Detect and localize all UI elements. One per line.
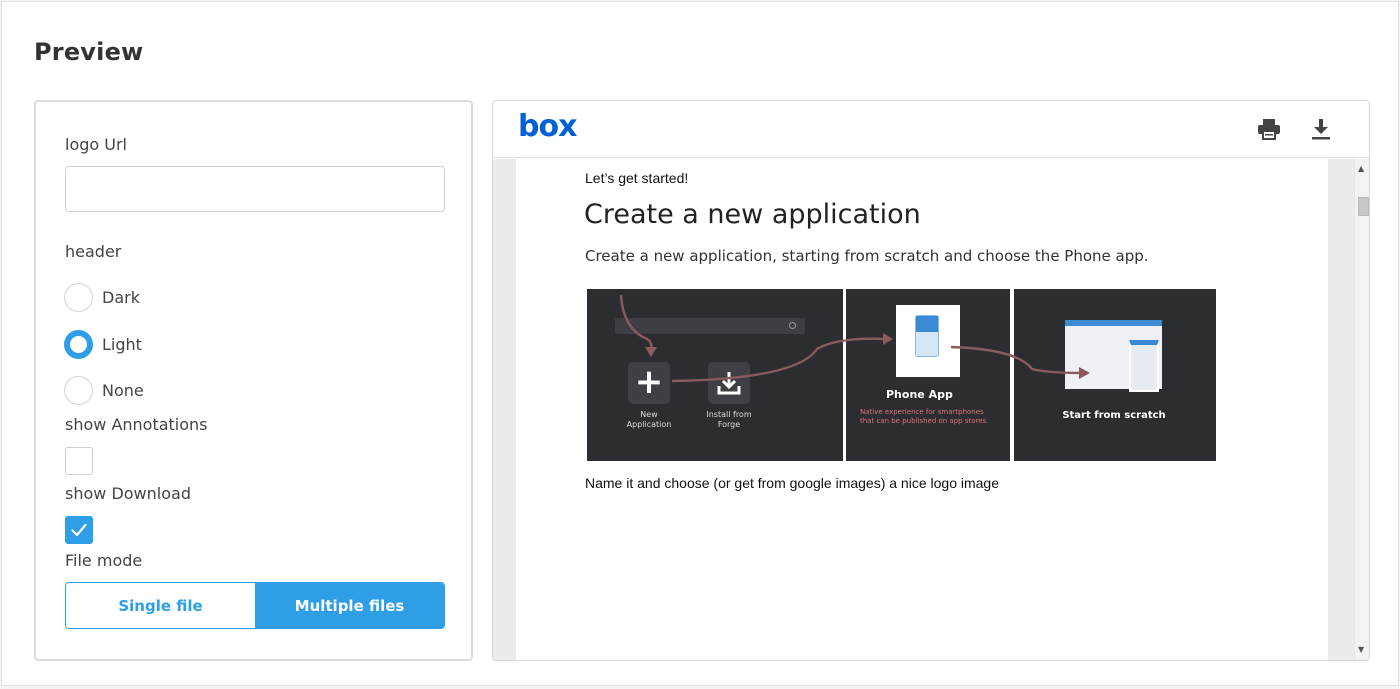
- radio-dark[interactable]: [64, 282, 93, 312]
- print-icon[interactable]: [1257, 118, 1281, 144]
- single-file-button[interactable]: Single file: [66, 583, 255, 628]
- document-page: Let’s get started! Create a new applicat…: [516, 159, 1328, 660]
- doc-screenshot: + New Application Install from Forge Pho…: [587, 289, 1217, 461]
- radio-light[interactable]: [64, 329, 93, 359]
- doc-title: Create a new application: [584, 199, 921, 230]
- box-logo: box: [518, 109, 577, 144]
- show-annotations-label: show Annotations: [65, 415, 208, 434]
- show-annotations-checkbox[interactable]: [65, 447, 93, 475]
- doc-caption: Name it and choose (or get from google i…: [585, 475, 999, 491]
- header-option-dark[interactable]: Dark: [64, 282, 140, 312]
- preview-page: Preview logo Url header Dark Light None …: [1, 1, 1399, 686]
- file-mode-label: File mode: [65, 551, 143, 570]
- radio-none[interactable]: [64, 375, 93, 405]
- show-download-checkbox[interactable]: [65, 516, 93, 544]
- logo-url-input[interactable]: [65, 166, 445, 212]
- document-preview: box Let’s get started! Create a new appl…: [492, 100, 1370, 661]
- vertical-scrollbar[interactable]: ▲ ▼: [1354, 159, 1369, 660]
- show-download-label: show Download: [65, 484, 191, 503]
- multiple-files-button[interactable]: Multiple files: [255, 583, 444, 628]
- check-icon: [71, 523, 87, 537]
- radio-none-label: None: [102, 380, 144, 400]
- viewer-header: box: [493, 101, 1369, 158]
- header-label: header: [65, 242, 122, 261]
- header-option-none[interactable]: None: [64, 375, 144, 405]
- file-mode-toggle: Single file Multiple files: [65, 582, 445, 629]
- header-option-light[interactable]: Light: [64, 329, 142, 359]
- logo-url-label: logo Url: [65, 135, 127, 154]
- radio-light-label: Light: [102, 334, 142, 354]
- scroll-thumb[interactable]: [1358, 197, 1369, 216]
- download-icon[interactable]: [1311, 118, 1331, 144]
- doc-kicker: Let’s get started!: [585, 170, 689, 186]
- page-title: Preview: [34, 38, 144, 66]
- flow-arrows: [619, 294, 1090, 383]
- settings-panel: logo Url header Dark Light None show Ann…: [34, 100, 473, 661]
- scroll-up-icon[interactable]: ▲: [1358, 164, 1364, 173]
- radio-dark-label: Dark: [102, 287, 140, 307]
- doc-subtitle: Create a new application, starting from …: [585, 247, 1149, 265]
- document-area[interactable]: Let’s get started! Create a new applicat…: [493, 159, 1354, 660]
- scroll-down-icon[interactable]: ▼: [1358, 645, 1364, 654]
